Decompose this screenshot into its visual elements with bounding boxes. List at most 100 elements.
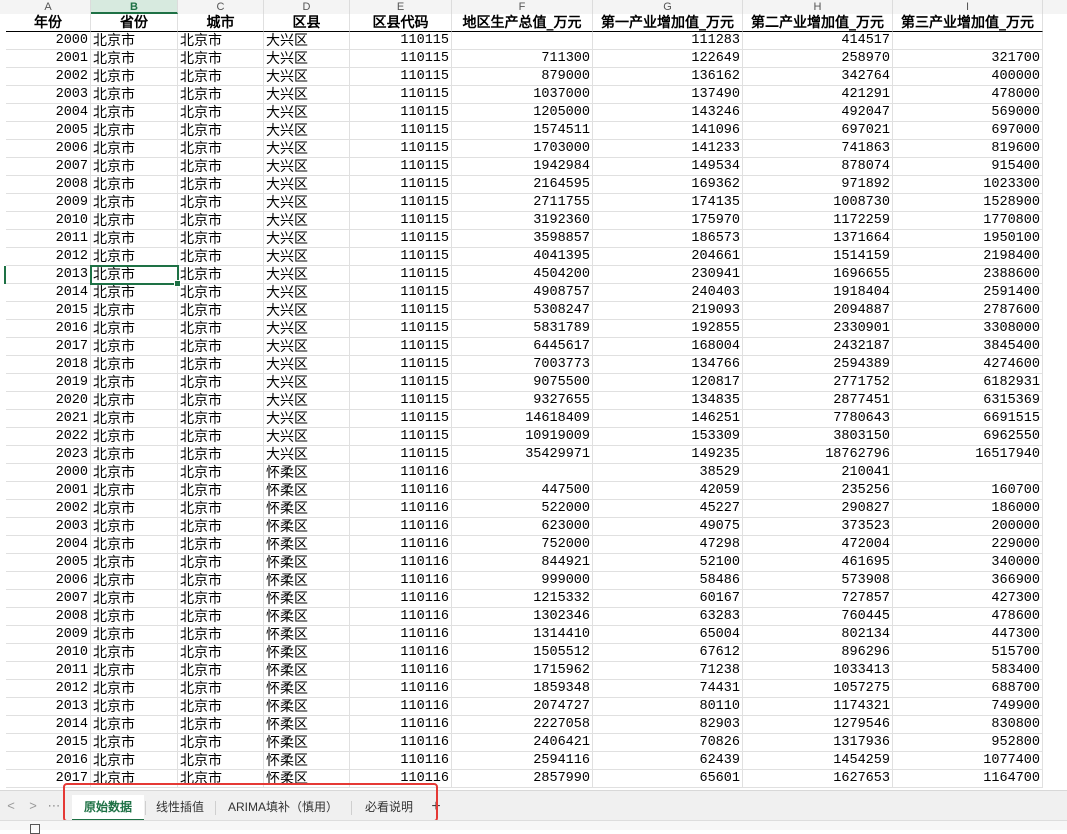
table-cell[interactable]: 342764 [743,68,893,86]
table-cell[interactable]: 10919009 [452,428,593,446]
table-cell[interactable]: 北京市 [91,770,178,788]
tab-must-read[interactable]: 必看说明 [352,795,426,819]
table-cell[interactable]: 怀柔区 [264,482,350,500]
table-cell[interactable]: 200000 [893,518,1043,536]
table-cell[interactable]: 62439 [593,752,743,770]
table-cell[interactable]: 146251 [593,410,743,428]
table-cell[interactable]: 1215332 [452,590,593,608]
table-cell[interactable]: 北京市 [91,104,178,122]
table-cell[interactable]: 802134 [743,626,893,644]
table-cell[interactable]: 42059 [593,482,743,500]
prev-sheet-icon[interactable]: < [4,798,18,813]
table-cell[interactable]: 北京市 [178,662,264,680]
table-cell[interactable]: 北京市 [178,140,264,158]
table-cell[interactable]: 2227058 [452,716,593,734]
table-cell[interactable]: 3192360 [452,212,593,230]
table-cell[interactable]: 北京市 [91,572,178,590]
table-cell[interactable]: 1371664 [743,230,893,248]
table-cell[interactable]: 110115 [350,356,452,374]
table-cell[interactable]: 373523 [743,518,893,536]
table-cell[interactable]: 1950100 [893,230,1043,248]
table-cell[interactable]: 北京市 [91,446,178,464]
table-cell[interactable]: 110116 [350,716,452,734]
table-cell[interactable]: 461695 [743,554,893,572]
table-cell[interactable]: 110115 [350,104,452,122]
table-cell[interactable]: 北京市 [91,734,178,752]
table-cell[interactable]: 70826 [593,734,743,752]
table-cell[interactable]: 5831789 [452,320,593,338]
column-title[interactable]: 年份 [6,14,91,32]
table-cell[interactable]: 2017 [6,770,91,788]
table-cell[interactable]: 怀柔区 [264,770,350,788]
table-cell[interactable]: 1174321 [743,698,893,716]
table-cell[interactable]: 大兴区 [264,248,350,266]
table-cell[interactable]: 大兴区 [264,320,350,338]
table-cell[interactable]: 北京市 [178,392,264,410]
table-cell[interactable]: 北京市 [178,104,264,122]
table-cell[interactable]: 120817 [593,374,743,392]
table-cell[interactable]: 3598857 [452,230,593,248]
table-cell[interactable]: 北京市 [178,572,264,590]
table-cell[interactable]: 6445617 [452,338,593,356]
table-cell[interactable]: 北京市 [178,32,264,50]
table-cell[interactable]: 北京市 [91,500,178,518]
table-cell[interactable]: 6315369 [893,392,1043,410]
table-cell[interactable]: 大兴区 [264,122,350,140]
table-cell[interactable]: 北京市 [178,464,264,482]
table-cell[interactable]: 110116 [350,662,452,680]
table-cell[interactable]: 427300 [893,590,1043,608]
table-cell[interactable]: 1574511 [452,122,593,140]
table-cell[interactable]: 北京市 [91,464,178,482]
table-cell[interactable]: 52100 [593,554,743,572]
table-cell[interactable]: 北京市 [91,86,178,104]
table-cell[interactable]: 141233 [593,140,743,158]
table-cell[interactable]: 2012 [6,248,91,266]
table-cell[interactable]: 2009 [6,194,91,212]
table-cell[interactable]: 18762796 [743,446,893,464]
table-cell[interactable]: 怀柔区 [264,608,350,626]
table-cell[interactable]: 大兴区 [264,392,350,410]
table-cell[interactable]: 2005 [6,122,91,140]
table-cell[interactable]: 大兴区 [264,284,350,302]
table-cell[interactable]: 3308000 [893,320,1043,338]
table-cell[interactable]: 999000 [452,572,593,590]
table-cell[interactable]: 688700 [893,680,1043,698]
table-cell[interactable]: 830800 [893,716,1043,734]
table-cell[interactable]: 819600 [893,140,1043,158]
table-cell[interactable]: 478600 [893,608,1043,626]
table-cell[interactable]: 北京市 [91,248,178,266]
table-cell[interactable]: 110116 [350,626,452,644]
table-cell[interactable]: 1505512 [452,644,593,662]
column-title[interactable]: 第二产业增加值_万元 [743,14,893,32]
table-cell[interactable]: 35429971 [452,446,593,464]
table-cell[interactable]: 2007 [6,158,91,176]
table-cell[interactable]: 110116 [350,752,452,770]
table-cell[interactable]: 1314410 [452,626,593,644]
table-cell[interactable]: 447300 [893,626,1043,644]
column-title[interactable]: 城市 [178,14,264,32]
table-cell[interactable]: 711300 [452,50,593,68]
table-cell[interactable]: 北京市 [178,536,264,554]
table-cell[interactable]: 136162 [593,68,743,86]
table-cell[interactable]: 北京市 [91,698,178,716]
table-cell[interactable]: 北京市 [178,770,264,788]
table-cell[interactable]: 175970 [593,212,743,230]
table-cell[interactable]: 2016 [6,320,91,338]
table-cell[interactable]: 2877451 [743,392,893,410]
table-cell[interactable]: 北京市 [91,68,178,86]
table-cell[interactable]: 7003773 [452,356,593,374]
table-cell[interactable]: 北京市 [178,248,264,266]
table-cell[interactable]: 怀柔区 [264,680,350,698]
table-cell[interactable]: 北京市 [178,176,264,194]
table-cell[interactable]: 1528900 [893,194,1043,212]
table-cell[interactable]: 北京市 [178,194,264,212]
table-cell[interactable]: 北京市 [178,122,264,140]
table-cell[interactable]: 2001 [6,482,91,500]
table-cell[interactable]: 65601 [593,770,743,788]
table-cell[interactable]: 1942984 [452,158,593,176]
table-cell[interactable]: 北京市 [178,338,264,356]
table-cell[interactable]: 110115 [350,284,452,302]
table-cell[interactable]: 235256 [743,482,893,500]
table-cell[interactable]: 3803150 [743,428,893,446]
table-cell[interactable]: 2003 [6,518,91,536]
